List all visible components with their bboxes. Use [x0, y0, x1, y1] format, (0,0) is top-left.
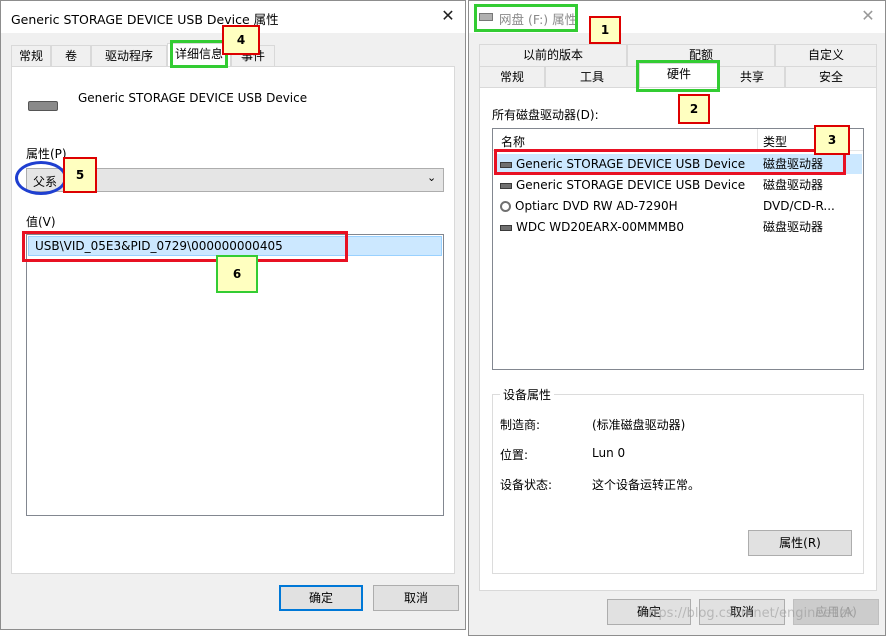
close-icon[interactable]: ✕: [437, 5, 459, 27]
properties-button[interactable]: 属性(R): [748, 530, 852, 556]
list-header: 名称 类型: [493, 129, 863, 151]
column-header-type[interactable]: 类型: [763, 133, 787, 150]
drive-type: DVD/CD-R...: [763, 199, 835, 213]
annotation-box: [636, 60, 720, 92]
annotation-label: 3: [814, 125, 850, 155]
tab-driver[interactable]: 驱动程序: [91, 45, 167, 67]
manufacturer-value: (标准磁盘驱动器): [592, 418, 686, 432]
right-properties-dialog: 网盘 (F:) 属性 ✕ 以前的版本 配额 自定义 常规 工具 硬件 共享 安全…: [468, 0, 886, 636]
details-tab-panel: Generic STORAGE DEVICE USB Device 属性(P) …: [11, 66, 455, 574]
tab-tools[interactable]: 工具: [545, 66, 639, 88]
tab-security[interactable]: 安全: [785, 66, 877, 88]
device-status-value: 这个设备运转正常。: [592, 478, 701, 492]
drive-name: Optiarc DVD RW AD-7290H: [515, 199, 678, 213]
left-cancel-button[interactable]: 取消: [373, 585, 459, 611]
tab-previous-versions[interactable]: 以前的版本: [479, 44, 627, 66]
annotation-circle: [15, 161, 67, 195]
tab-sharing[interactable]: 共享: [719, 66, 785, 88]
column-header-name[interactable]: 名称: [501, 133, 525, 150]
drive-icon: [500, 224, 512, 231]
chevron-down-icon[interactable]: ⌄: [427, 171, 436, 184]
drive-icon: [500, 182, 512, 189]
drive-type: 磁盘驱动器: [763, 220, 824, 234]
drive-type: 磁盘驱动器: [763, 178, 824, 192]
tab-customize[interactable]: 自定义: [775, 44, 877, 66]
drive-name: WDC WD20EARX-00MMMB0: [516, 220, 684, 234]
manufacturer-label: 制造商:: [500, 418, 541, 432]
location-label: 位置:: [500, 448, 529, 462]
annotation-box: [170, 40, 228, 68]
device-status-label: 设备状态:: [500, 478, 553, 492]
annotation-label: 1: [589, 16, 621, 44]
left-properties-dialog: Generic STORAGE DEVICE USB Device 属性 ✕ 常…: [0, 0, 466, 630]
tab-general[interactable]: 常规: [11, 45, 51, 67]
device-name: Generic STORAGE DEVICE USB Device: [78, 91, 308, 105]
annotation-box: [474, 4, 578, 32]
drive-icon: [28, 101, 58, 111]
annotation-box: [22, 231, 348, 262]
annotation-label: 5: [63, 157, 97, 193]
tab-general[interactable]: 常规: [479, 66, 545, 88]
tab-volume[interactable]: 卷: [51, 45, 91, 67]
list-item[interactable]: Generic STORAGE DEVICE USB Device 磁盘驱动器: [494, 175, 862, 195]
column-divider[interactable]: [757, 129, 758, 151]
annotation-label: 4: [222, 25, 260, 55]
location-value: Lun 0: [592, 446, 626, 460]
drive-name: Generic STORAGE DEVICE USB Device: [516, 178, 746, 192]
disc-icon: [500, 201, 511, 212]
close-icon[interactable]: ✕: [857, 5, 879, 27]
annotation-label: 2: [678, 94, 710, 124]
value-label: 值(V): [26, 215, 56, 229]
left-ok-button[interactable]: 确定: [279, 585, 363, 611]
group-title: 设备属性: [500, 386, 555, 403]
annotation-box: [494, 149, 846, 175]
property-label: 属性(P): [26, 147, 67, 161]
list-item[interactable]: WDC WD20EARX-00MMMB0 磁盘驱动器: [494, 217, 862, 237]
watermark: https://blog.csdn.net/enginee1zk: [640, 606, 855, 621]
list-item[interactable]: Optiarc DVD RW AD-7290H DVD/CD-R...: [494, 196, 862, 216]
annotation-label: 6: [216, 255, 258, 293]
drives-label: 所有磁盘驱动器(D):: [492, 108, 599, 122]
